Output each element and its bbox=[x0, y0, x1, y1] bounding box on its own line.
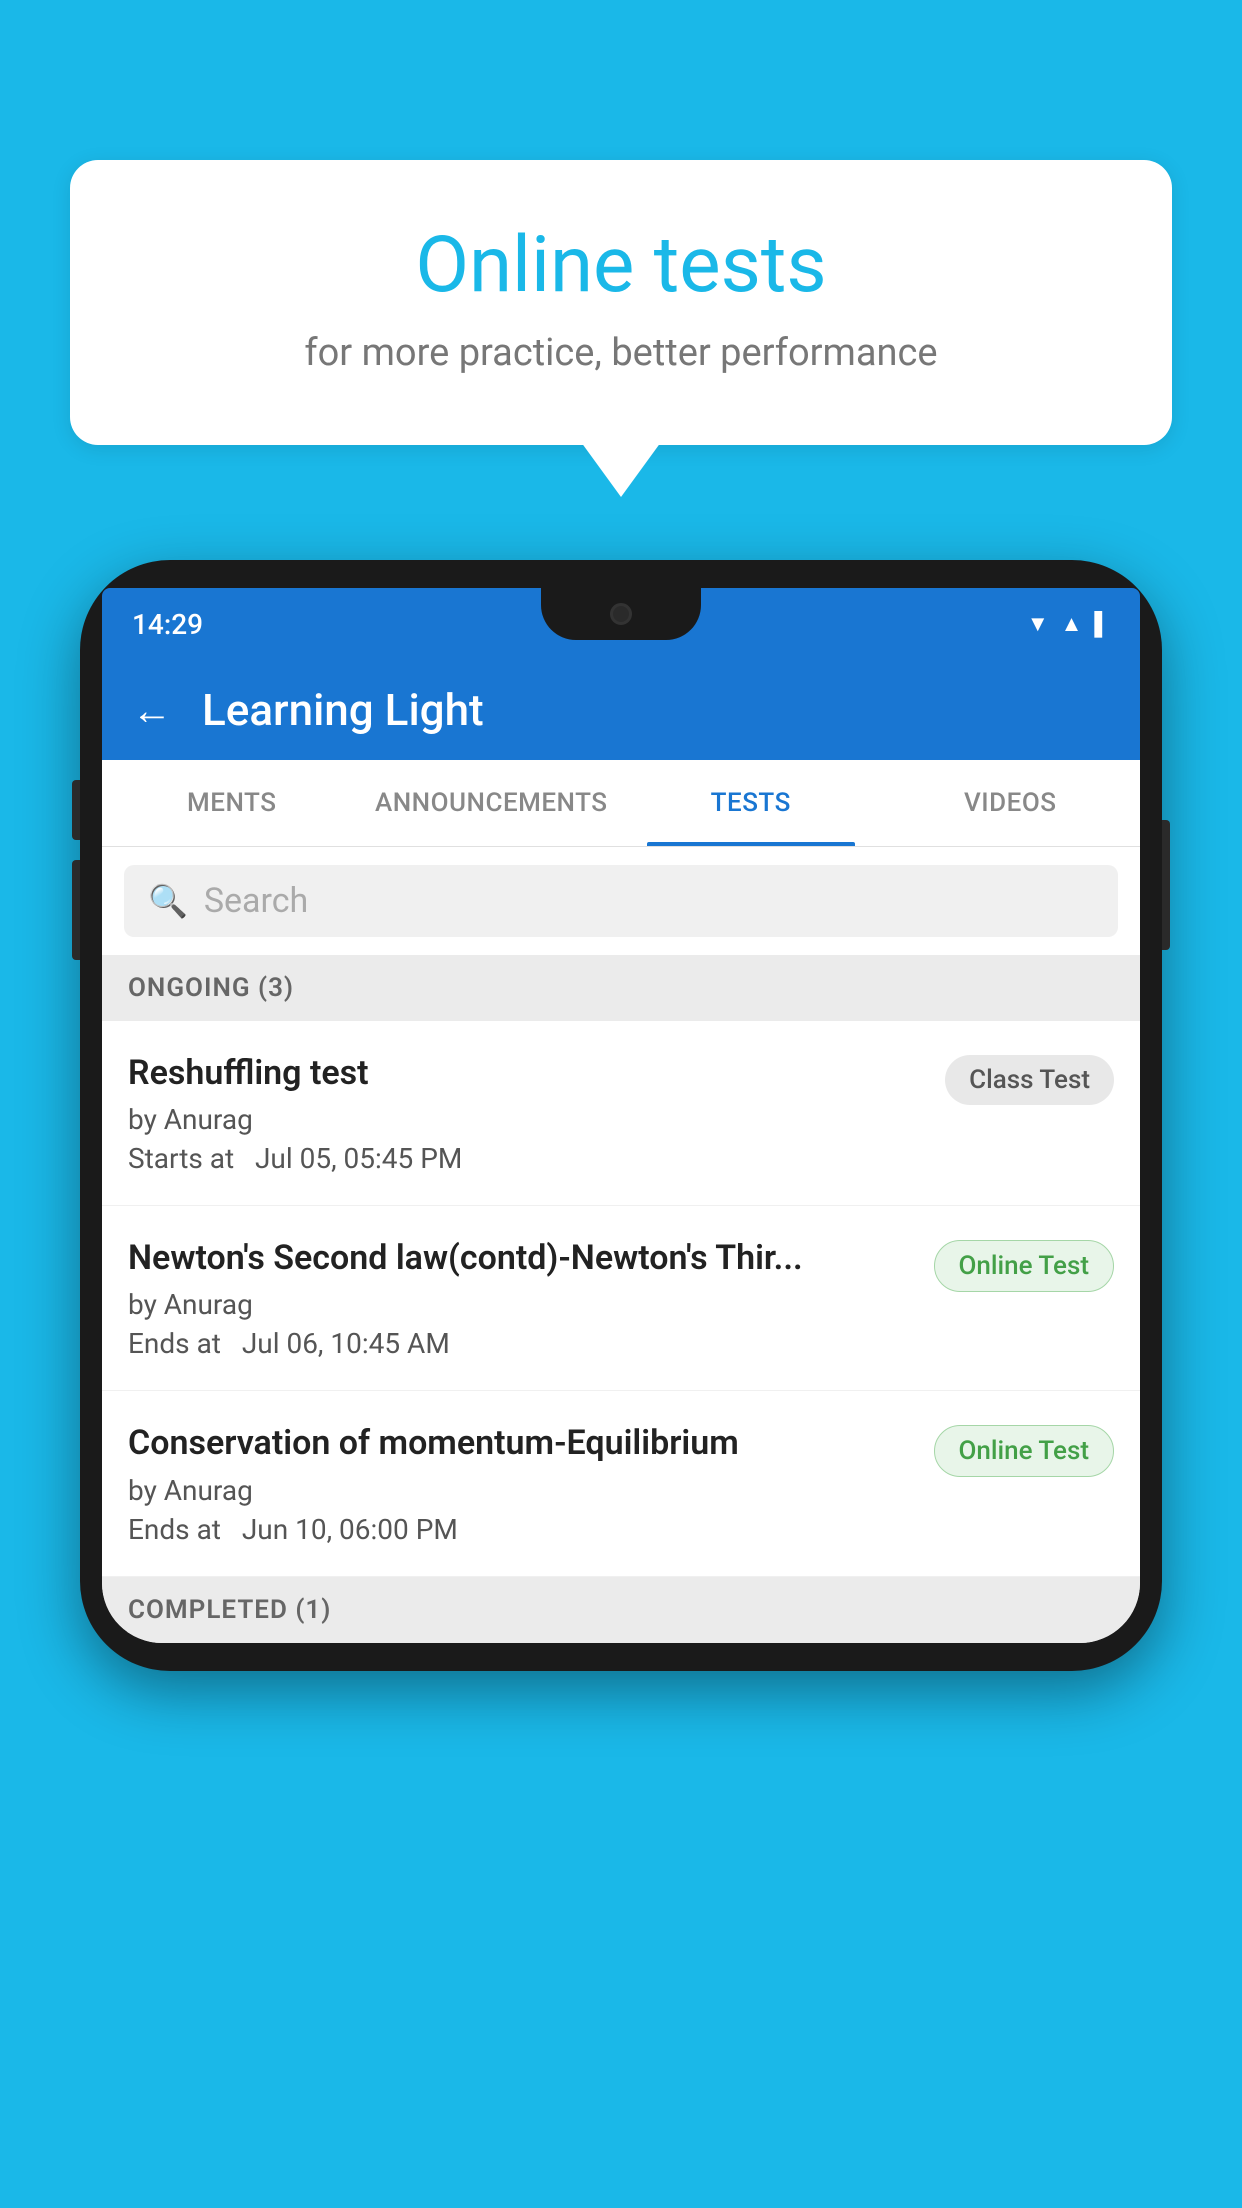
completed-section-header: COMPLETED (1) bbox=[102, 1577, 1140, 1643]
test-item-title: Conservation of momentum-Equilibrium bbox=[128, 1421, 914, 1465]
tabs-container: MENTS ANNOUNCEMENTS TESTS VIDEOS bbox=[102, 760, 1140, 847]
test-item-content: Reshuffling test by Anurag Starts at Jul… bbox=[128, 1051, 945, 1175]
speech-bubble-container: Online tests for more practice, better p… bbox=[70, 160, 1172, 445]
status-icons: ▼ ▲ ▌ bbox=[1027, 611, 1110, 637]
test-item-title: Newton's Second law(contd)-Newton's Thir… bbox=[128, 1236, 914, 1280]
test-item-author: by Anurag bbox=[128, 1474, 914, 1507]
battery-icon: ▌ bbox=[1094, 611, 1110, 637]
phone-screen: MENTS ANNOUNCEMENTS TESTS VIDEOS 🔍 Searc… bbox=[102, 760, 1140, 1643]
test-badge-online: Online Test bbox=[934, 1240, 1115, 1292]
search-container: 🔍 Search bbox=[102, 847, 1140, 955]
test-item[interactable]: Newton's Second law(contd)-Newton's Thir… bbox=[102, 1206, 1140, 1391]
tab-videos[interactable]: VIDEOS bbox=[881, 760, 1141, 846]
speech-bubble-title: Online tests bbox=[150, 220, 1092, 311]
test-list: Reshuffling test by Anurag Starts at Jul… bbox=[102, 1021, 1140, 1577]
back-button[interactable]: ← bbox=[132, 687, 172, 734]
test-item[interactable]: Conservation of momentum-Equilibrium by … bbox=[102, 1391, 1140, 1576]
test-item-author: by Anurag bbox=[128, 1103, 925, 1136]
test-badge-online-2: Online Test bbox=[934, 1425, 1115, 1477]
test-item-author: by Anurag bbox=[128, 1288, 914, 1321]
phone-side-button-vol-up bbox=[72, 780, 80, 840]
signal-icon: ▲ bbox=[1061, 611, 1083, 637]
search-input[interactable]: Search bbox=[204, 881, 308, 921]
test-item-date: Ends at Jun 10, 06:00 PM bbox=[128, 1513, 914, 1546]
tab-ments[interactable]: MENTS bbox=[102, 760, 362, 846]
phone-side-button-vol-down bbox=[72, 860, 80, 960]
status-time: 14:29 bbox=[132, 608, 203, 641]
phone-frame: 14:29 ▼ ▲ ▌ ← Learning Light MENTS bbox=[80, 560, 1162, 1671]
wifi-icon: ▼ bbox=[1027, 611, 1049, 637]
test-item[interactable]: Reshuffling test by Anurag Starts at Jul… bbox=[102, 1021, 1140, 1206]
phone-side-button-power bbox=[1162, 820, 1170, 950]
test-item-date: Ends at Jul 06, 10:45 AM bbox=[128, 1327, 914, 1360]
camera-icon bbox=[610, 603, 632, 625]
speech-bubble-subtitle: for more practice, better performance bbox=[150, 331, 1092, 375]
test-badge-class: Class Test bbox=[945, 1055, 1114, 1105]
test-item-content: Newton's Second law(contd)-Newton's Thir… bbox=[128, 1236, 934, 1360]
search-icon: 🔍 bbox=[148, 882, 188, 920]
phone-notch bbox=[541, 588, 701, 640]
ongoing-section-header: ONGOING (3) bbox=[102, 955, 1140, 1021]
test-item-title: Reshuffling test bbox=[128, 1051, 925, 1095]
tab-announcements[interactable]: ANNOUNCEMENTS bbox=[362, 760, 622, 846]
test-item-date: Starts at Jul 05, 05:45 PM bbox=[128, 1142, 925, 1175]
search-bar[interactable]: 🔍 Search bbox=[124, 865, 1118, 937]
app-bar-title: Learning Light bbox=[202, 684, 484, 736]
phone-mockup: 14:29 ▼ ▲ ▌ ← Learning Light MENTS bbox=[80, 560, 1162, 1671]
app-bar: ← Learning Light bbox=[102, 660, 1140, 760]
speech-bubble: Online tests for more practice, better p… bbox=[70, 160, 1172, 445]
status-bar: 14:29 ▼ ▲ ▌ bbox=[102, 588, 1140, 660]
tab-tests[interactable]: TESTS bbox=[621, 760, 881, 846]
test-item-content: Conservation of momentum-Equilibrium by … bbox=[128, 1421, 934, 1545]
